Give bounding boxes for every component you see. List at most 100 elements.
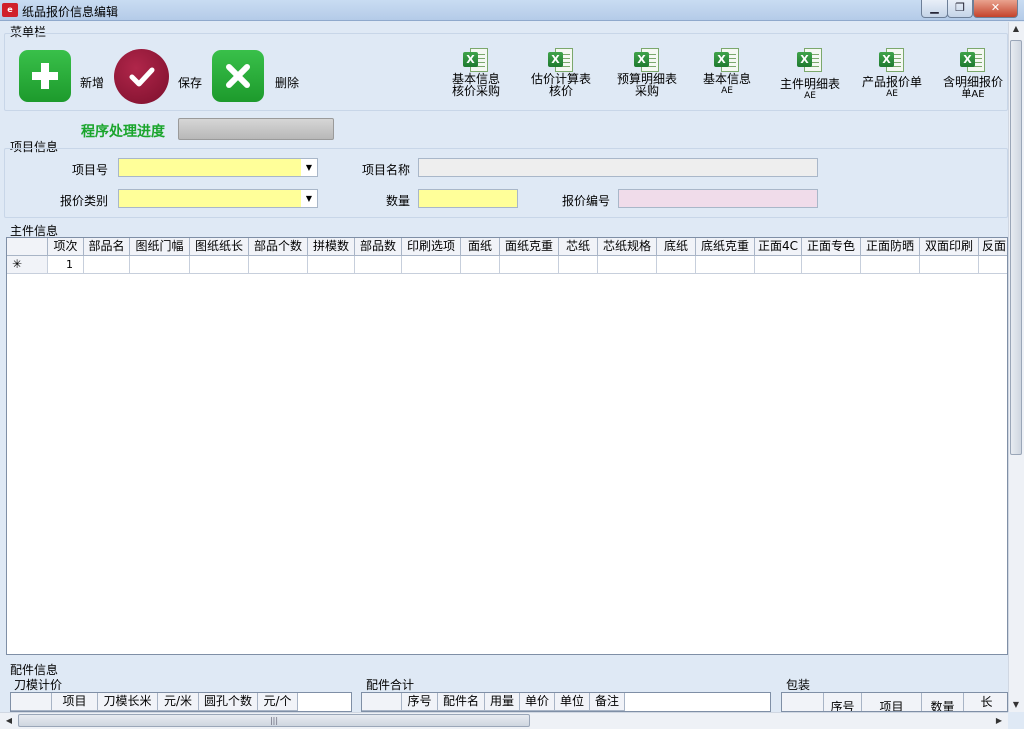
table-cell[interactable] [355,256,402,274]
table-cell[interactable] [461,256,500,274]
row-indicator[interactable]: ✳ [7,256,48,274]
column-header[interactable]: 面纸克重 [500,238,559,256]
excel-icon: X [797,47,823,73]
column-header[interactable]: 面纸 [461,238,500,256]
quote-type-combo[interactable]: ▼ [118,189,318,208]
delete-button[interactable] [212,50,264,102]
table-cell[interactable] [559,256,598,274]
column-header[interactable]: 项次 [48,238,84,256]
quote-no-field[interactable] [618,189,818,208]
column-header[interactable]: 图纸纸长 [190,238,249,256]
column-header[interactable]: 部品名 [84,238,130,256]
scroll-right-icon[interactable]: ▶ [993,716,1005,725]
column-header[interactable]: 项目 [862,693,922,711]
column-header[interactable]: 图纸门幅 [130,238,190,256]
excel-budget-detail-button[interactable]: X 预算明细表 采购 [607,47,687,97]
column-header[interactable]: 配件名 [438,693,485,711]
quote-no-label: 报价编号 [561,194,610,208]
add-button[interactable] [19,50,71,102]
scroll-left-icon[interactable]: ◀ [3,716,15,725]
item-no-combo[interactable]: ▼ [118,158,318,177]
excel-basic-info-pricing-button[interactable]: X 基本信息 核价采购 [436,47,516,97]
column-header[interactable]: 正面专色 [802,238,861,256]
maximize-button[interactable]: ❐ [947,0,973,18]
table-cell[interactable] [308,256,355,274]
die-pricing-grid[interactable]: 项目 刀模长米 元/米 圆孔个数 元/个 [10,692,352,712]
vertical-scroll-thumb[interactable] [1010,40,1022,455]
packaging-grid[interactable]: 序号 项目 数量 长 [781,692,1008,712]
table-cell[interactable] [130,256,190,274]
column-header[interactable]: 底纸克重 [696,238,755,256]
delete-label[interactable]: 删除 [275,74,299,91]
column-header[interactable]: 底纸 [657,238,696,256]
excel-basic-info-ae-button[interactable]: X 基本信息 AE [687,47,767,97]
table-cell[interactable] [190,256,249,274]
app-icon: e [2,3,18,17]
column-header[interactable]: 用量 [485,693,520,711]
column-header[interactable]: 数量 [922,693,964,711]
column-header[interactable]: 印刷选项 [402,238,461,256]
column-header[interactable]: 单位 [555,693,590,711]
horizontal-scroll-thumb[interactable]: ||| [18,714,530,727]
column-header[interactable]: 正面防晒 [861,238,920,256]
table-cell[interactable] [861,256,920,274]
close-button[interactable]: ✕ [973,0,1018,18]
window-title: 纸品报价信息编辑 [22,5,119,19]
table-cell[interactable] [500,256,559,274]
column-header[interactable]: 项目 [52,693,98,711]
table-cell[interactable] [249,256,308,274]
column-header[interactable]: 序号 [824,693,862,711]
table-cell[interactable] [755,256,802,274]
scroll-down-icon[interactable]: ▼ [1009,700,1023,709]
table-cell[interactable] [802,256,861,274]
table-cell[interactable] [657,256,696,274]
column-header[interactable]: 芯纸 [559,238,598,256]
table-cell[interactable]: 1 [48,256,84,274]
column-header[interactable]: 元/个 [258,693,298,711]
chevron-down-icon[interactable]: ▼ [301,190,317,207]
chevron-down-icon[interactable]: ▼ [301,159,317,176]
save-label[interactable]: 保存 [178,74,202,91]
save-button[interactable] [114,49,169,104]
grid-corner-header [362,693,402,711]
item-name-field[interactable] [418,158,818,177]
column-header[interactable]: 单价 [520,693,555,711]
excel-detailed-quote-button[interactable]: X 含明细报价 单AE [933,47,1013,100]
column-header[interactable]: 序号 [402,693,438,711]
excel-button-line2: 核价采购 [451,84,500,98]
excel-estimate-sheet-button[interactable]: X 估价计算表 核价 [521,47,601,97]
column-header[interactable]: 长 [964,693,1007,711]
column-header[interactable]: 元/米 [158,693,199,711]
column-header[interactable]: 双面印刷 [920,238,979,256]
grid-corner-header [782,693,824,711]
excel-product-quote-button[interactable]: X 产品报价单 AE [852,47,932,100]
column-header[interactable]: 备注 [590,693,625,711]
table-cell[interactable] [920,256,979,274]
scroll-up-icon[interactable]: ▲ [1009,24,1023,33]
minimize-button[interactable]: ▁ [921,0,948,18]
column-header[interactable]: 拼模数 [308,238,355,256]
excel-button-line2: AE [721,86,733,96]
table-cell[interactable] [696,256,755,274]
column-header[interactable]: 刀模长米 [98,693,158,711]
table-cell[interactable] [84,256,130,274]
column-header[interactable]: 正面4C [755,238,802,256]
plus-icon [32,63,58,89]
excel-main-part-detail-button[interactable]: X 主件明细表 AE [770,47,850,102]
die-group-label: 刀模计价 [14,678,63,692]
table-cell[interactable] [979,256,1007,274]
column-header[interactable]: 反面 [979,238,1007,256]
accessories-sum-grid[interactable]: 序号 配件名 用量 单价 单位 备注 [361,692,771,712]
close-x-icon [226,64,250,88]
column-header[interactable]: 部品数 [355,238,402,256]
column-header[interactable]: 芯纸规格 [598,238,657,256]
quantity-field[interactable] [418,189,518,208]
excel-button-line2: 单AE [961,89,985,100]
checkmark-icon [129,67,154,86]
column-header[interactable]: 部品个数 [249,238,308,256]
main-parts-grid[interactable]: 项次 部品名 图纸门幅 图纸纸长 部品个数 拼模数 部品数 印刷选项 面纸 面纸… [6,237,1008,655]
add-label[interactable]: 新增 [80,74,104,91]
column-header[interactable]: 圆孔个数 [199,693,258,711]
table-cell[interactable] [598,256,657,274]
table-cell[interactable] [402,256,461,274]
